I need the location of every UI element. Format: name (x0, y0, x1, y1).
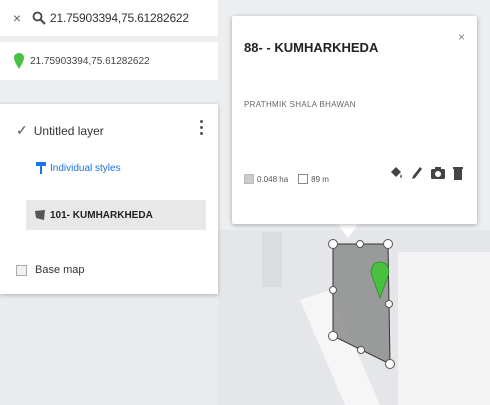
vertex-handle[interactable] (383, 239, 393, 249)
popup-metrics: 0.048 ha 89 m (244, 174, 329, 184)
search-result[interactable]: 21.75903394,75.61282622 (0, 42, 218, 80)
individual-styles-link[interactable]: Individual styles (36, 162, 121, 174)
vertex-handle[interactable] (385, 359, 395, 369)
close-search-button[interactable]: × (6, 10, 28, 26)
result-label: 21.75903394,75.61282622 (30, 55, 150, 67)
style-paint-button[interactable] (389, 166, 403, 180)
edit-button[interactable] (411, 166, 423, 180)
perimeter-value: 89 m (311, 174, 329, 184)
midpoint-handle[interactable] (385, 300, 393, 308)
area-value: 0.048 ha (257, 174, 289, 184)
vertex-handle[interactable] (328, 239, 338, 249)
map-open-area (398, 252, 490, 405)
trash-icon (453, 167, 463, 180)
map-building (262, 232, 282, 287)
vertex-handle[interactable] (328, 331, 338, 341)
map-area-west (0, 292, 218, 405)
popup-close-button[interactable]: × (458, 30, 465, 44)
layer-header: ✓ Untitled layer (16, 122, 104, 139)
layer-panel: ✓ Untitled layer Individual styles 101- … (0, 104, 218, 294)
paint-bucket-icon (391, 167, 402, 178)
search-query[interactable]: 21.75903394,75.61282622 (50, 11, 189, 25)
layer-name[interactable]: Untitled layer (34, 124, 104, 138)
midpoint-handle[interactable] (356, 240, 364, 248)
popup-title: 88- - KUMHARKHEDA (244, 40, 379, 55)
paint-roller-icon (36, 162, 46, 174)
midpoint-handle[interactable] (357, 346, 365, 354)
perimeter-icon (298, 174, 309, 184)
base-map-expand-icon[interactable] (16, 264, 27, 276)
midpoint-handle[interactable] (329, 286, 337, 294)
area-icon (244, 174, 254, 184)
layer-options-icon[interactable] (196, 120, 206, 135)
add-photo-button[interactable] (431, 167, 445, 179)
individual-styles-label: Individual styles (50, 162, 121, 174)
base-map-label: Base map (35, 264, 85, 276)
search-icon[interactable] (32, 11, 46, 25)
feature-item[interactable]: 101- KUMHARKHEDA (26, 200, 206, 230)
pencil-icon (412, 167, 422, 179)
popup-description: PRATHMIK SHALA BHAWAN (244, 100, 356, 109)
feature-popup: 88- - KUMHARKHEDA × PRATHMIK SHALA BHAWA… (232, 16, 477, 224)
popup-actions (389, 166, 463, 180)
camera-icon (431, 167, 445, 179)
green-pin-icon (14, 53, 24, 69)
feature-label: 101- KUMHARKHEDA (50, 209, 153, 221)
search-bar: × 21.75903394,75.61282622 (0, 0, 218, 36)
polygon-icon (35, 210, 45, 220)
delete-button[interactable] (453, 166, 463, 180)
base-map-row[interactable]: Base map (16, 264, 85, 276)
layer-visibility-checkbox[interactable]: ✓ (16, 122, 28, 139)
